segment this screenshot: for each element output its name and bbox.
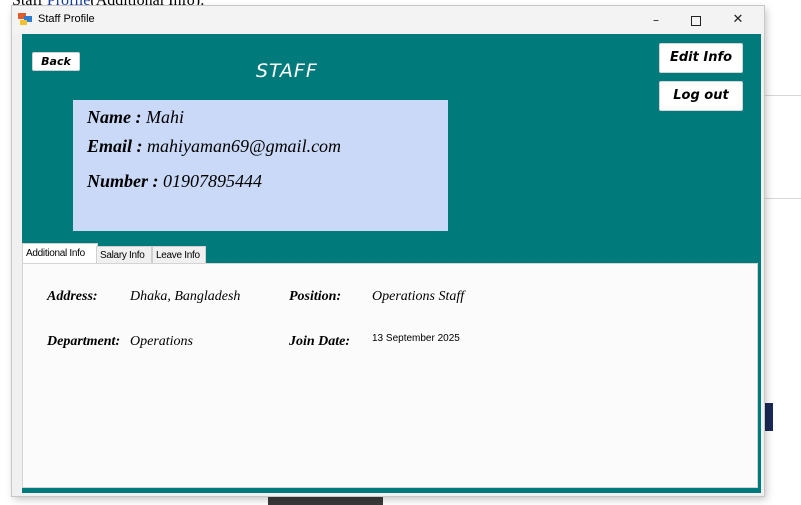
maximize-button[interactable] — [676, 6, 716, 34]
tab-additional-info[interactable]: Additional Info — [22, 243, 98, 264]
background-block — [765, 403, 773, 431]
back-button[interactable]: Back — [32, 52, 80, 71]
profile-info-panel: Name : Mahi Email : mahiyaman69@gmail.co… — [73, 100, 448, 231]
log-out-button[interactable]: Log out — [659, 81, 743, 111]
name-label: Name : — [87, 107, 142, 127]
close-icon: ✕ — [732, 12, 744, 27]
position-label: Position: — [289, 289, 342, 304]
tab-leave-info[interactable]: Leave Info — [152, 246, 206, 264]
address-label: Address: — [47, 289, 98, 304]
app-icon — [18, 13, 32, 25]
name-value: Mahi — [145, 107, 184, 127]
join-date-label: Join Date: — [289, 334, 351, 349]
close-button[interactable]: ✕ — [718, 6, 758, 34]
position-value: Operations Staff — [372, 289, 465, 304]
number-label: Number : — [87, 171, 159, 191]
minimize-icon: – — [653, 13, 659, 27]
email-label: Email : — [87, 136, 143, 156]
edit-info-button[interactable]: Edit Info — [659, 43, 743, 73]
number-row: Number : 01907895444 — [87, 171, 262, 192]
name-row: Name : Mahi — [87, 107, 184, 128]
title-bar[interactable]: Staff Profile – ✕ — [12, 6, 764, 34]
department-value: Operations — [130, 334, 193, 349]
join-date-value: 13 September 2025 — [372, 333, 460, 344]
window-title: Staff Profile — [38, 13, 95, 25]
staff-profile-window: Staff Profile – ✕ Back STAFF Edit Info L… — [12, 6, 764, 496]
additional-info-page: Address: Dhaka, Bangladesh Position: Ope… — [22, 263, 758, 488]
maximize-icon — [691, 15, 701, 26]
page-title: STAFF — [256, 60, 318, 82]
minimize-button[interactable]: – — [636, 6, 676, 34]
background-divider — [765, 198, 801, 199]
tab-salary-info[interactable]: Salary Info — [96, 246, 152, 264]
form-client-area: Back STAFF Edit Info Log out Name : Mahi… — [22, 34, 761, 493]
number-value: 01907895444 — [163, 171, 262, 191]
address-value: Dhaka, Bangladesh — [130, 289, 241, 304]
email-value: mahiyaman69@gmail.com — [147, 136, 342, 156]
department-label: Department: — [47, 334, 121, 349]
email-row: Email : mahiyaman69@gmail.com — [87, 136, 341, 157]
background-divider — [765, 95, 801, 96]
background-document-edge — [765, 0, 801, 505]
